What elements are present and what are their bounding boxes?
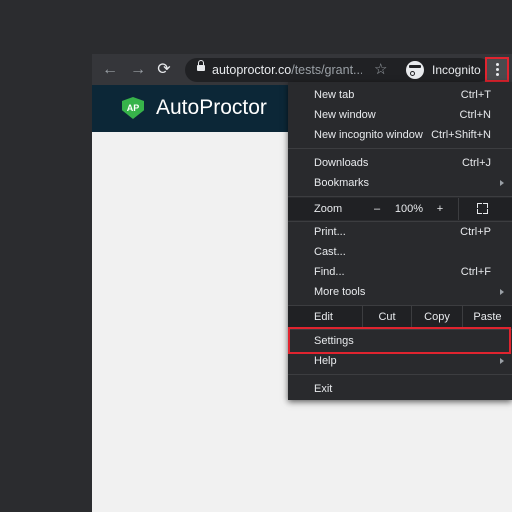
bookmark-star-icon[interactable]: ☆ [374,59,387,81]
zoom-row: Zoom – 100% + [288,198,512,220]
menu-item-print[interactable]: Print... Ctrl+P [288,222,512,242]
menu-item-new-tab[interactable]: New tab Ctrl+T [288,85,512,105]
menu-item-label: New window [314,109,376,121]
menu-item-label: New incognito window [314,129,423,141]
site-logo-text[interactable]: AutoProctor [156,96,267,120]
top-background [92,0,512,54]
menu-item-exit[interactable]: Exit [288,379,512,399]
left-background [0,0,92,512]
menu-item-shortcut: Ctrl+N [459,109,491,121]
url-host: autoproctor.co [212,63,292,77]
zoom-in-button[interactable]: + [432,198,448,220]
zoom-divider [458,198,459,220]
fullscreen-icon[interactable] [477,203,488,214]
incognito-label: Incognito [432,63,481,77]
menu-item-label: Help [314,355,337,367]
menu-item-shortcut: Ctrl+J [461,157,491,169]
menu-item-new-window[interactable]: New window Ctrl+N [288,105,512,125]
menu-item-label: Exit [314,383,333,395]
menu-item-bookmarks[interactable]: Bookmarks [288,173,512,193]
browser-menu: New tab Ctrl+T New window Ctrl+N New inc… [288,82,512,400]
copy-button[interactable]: Copy [412,306,462,328]
zoom-level: 100% [394,203,424,215]
menu-item-shortcut: Ctrl+Shift+N [431,129,491,141]
menu-item-cast[interactable]: Cast... [288,242,512,262]
menu-separator [288,196,512,197]
menu-item-shortcut: Ctrl+T [460,89,491,101]
browser-menu-button[interactable] [485,57,509,82]
menu-separator [288,148,512,149]
url-text[interactable]: autoproctor.co/tests/grant... [212,58,362,82]
menu-item-label: More tools [314,286,366,298]
edit-label: Edit [314,311,333,323]
forward-icon[interactable]: → [128,60,148,80]
cut-button[interactable]: Cut [363,306,411,328]
back-icon[interactable]: ← [100,60,120,80]
reload-icon[interactable]: ⟳ [154,60,174,80]
settings-highlight-box [288,327,511,354]
menu-item-label: Downloads [314,157,369,169]
edit-row: Edit Cut Copy Paste [288,306,512,328]
browser-toolbar: ← → ⟳ autoproctor.co/tests/grant... ☆ In… [92,54,512,85]
menu-item-label: Find... [314,266,345,278]
menu-item-label: Print... [314,226,346,238]
menu-item-new-incognito-window[interactable]: New incognito window Ctrl+Shift+N [288,125,512,145]
menu-item-find[interactable]: Find... Ctrl+F [288,262,512,282]
paste-button[interactable]: Paste [463,306,512,328]
menu-item-label: Cast... [314,246,346,258]
menu-item-more-tools[interactable]: More tools [288,282,512,302]
zoom-label: Zoom [314,203,343,215]
submenu-arrow-icon [500,358,504,364]
more-vert-icon [496,63,499,66]
url-path: /tests/grant... [291,63,362,77]
zoom-out-button[interactable]: – [368,198,386,220]
menu-item-downloads[interactable]: Downloads Ctrl+J [288,153,512,173]
menu-item-shortcut: Ctrl+P [460,226,491,238]
menu-item-label: New tab [314,89,355,101]
incognito-icon [406,61,424,79]
submenu-arrow-icon [500,180,504,186]
lock-icon [197,60,205,71]
autoproctor-logo-icon: AP [122,97,144,119]
menu-item-label: Bookmarks [314,177,370,189]
menu-item-shortcut: Ctrl+F [460,266,491,278]
menu-item-help[interactable]: Help [288,351,512,371]
submenu-arrow-icon [500,289,504,295]
menu-separator [288,374,512,375]
